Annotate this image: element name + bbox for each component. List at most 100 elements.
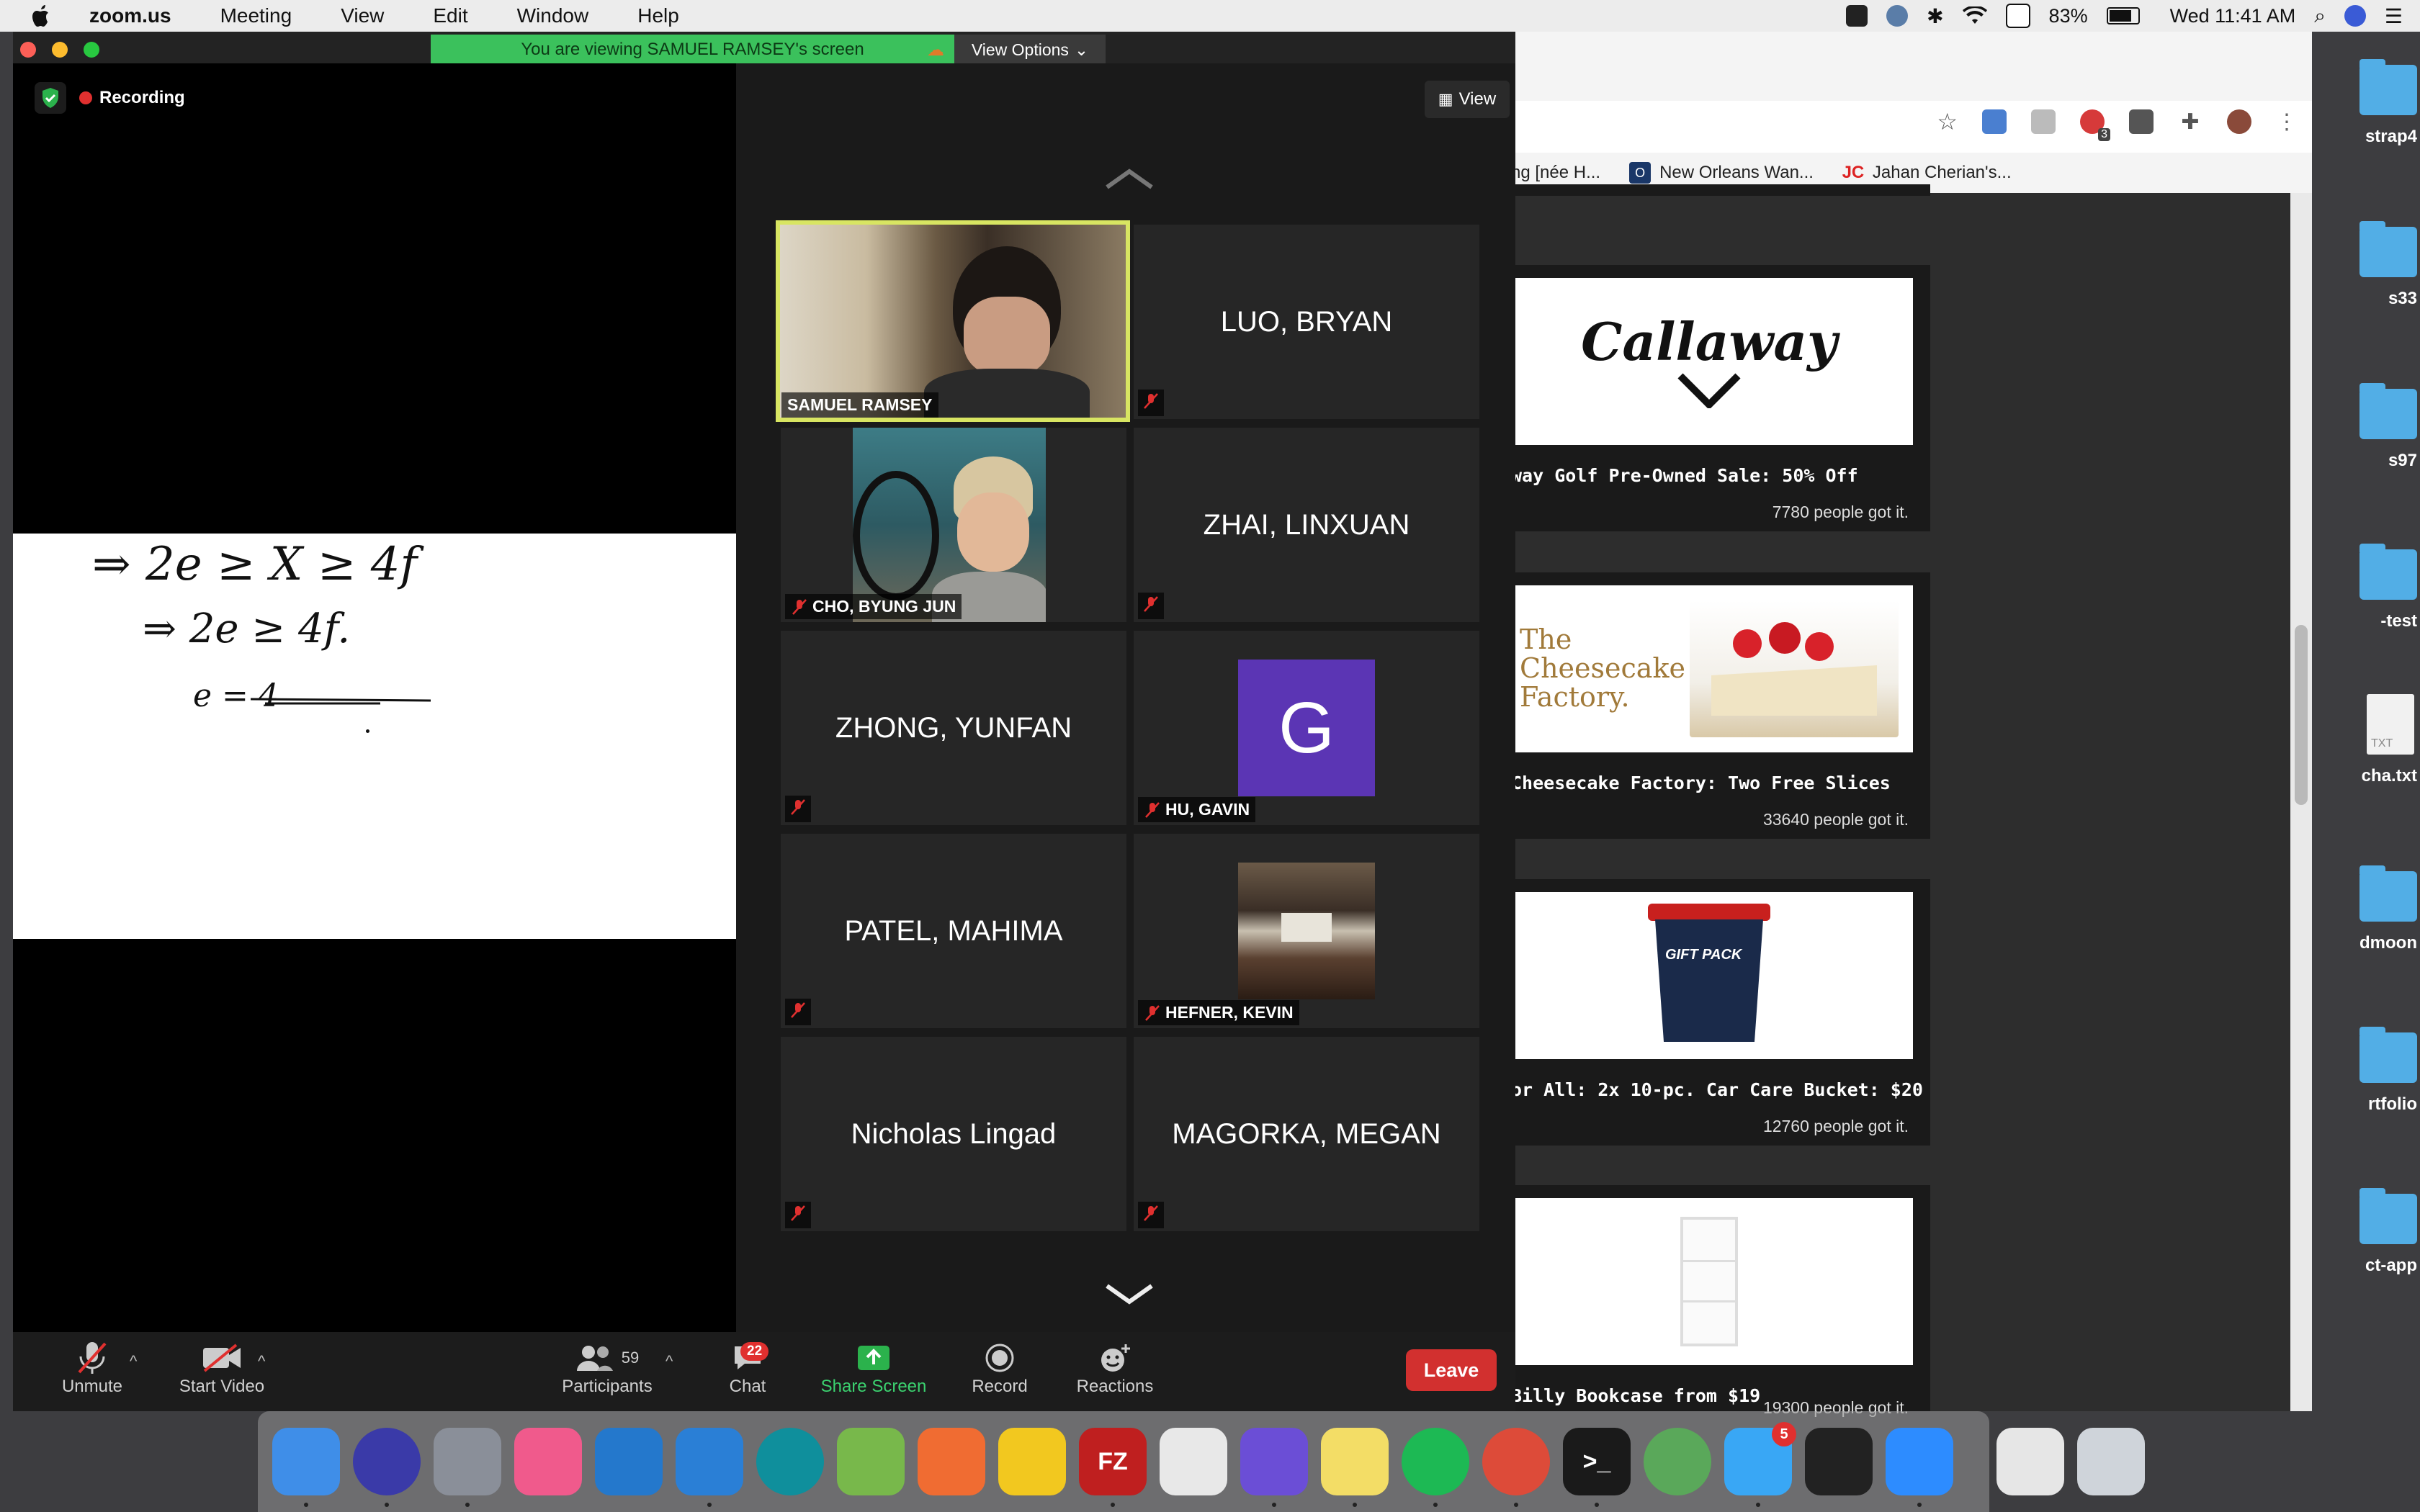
trash-icon[interactable] [2077,1428,2145,1495]
siri-menu-icon[interactable] [2344,5,2366,27]
stickies-icon[interactable] [1321,1428,1389,1507]
textedit-icon[interactable] [1160,1428,1227,1495]
desktop-folder[interactable]: dmoon [2326,865,2420,953]
participant-tile[interactable]: ZHAI, LINXUAN [1134,428,1479,622]
deal-image: The Cheesecake Factory. [1505,585,1913,752]
arduino-icon[interactable] [756,1428,824,1495]
view-button[interactable]: ▦ View [1425,81,1510,118]
wifi-icon[interactable] [1962,6,1987,25]
puzzle-icon[interactable]: ✚ [2178,109,2202,134]
participant-name: PATEL, MAHIMA [844,914,1063,947]
cast-extension-icon[interactable] [2031,109,2056,134]
bookmark-item[interactable]: O New Orleans Wan... [1629,162,1814,184]
xcode-icon[interactable] [676,1428,743,1507]
deal-title[interactable]: or All: 2x 10-pc. Car Care Bucket: $20 [1511,1079,1923,1100]
participants-options-caret-icon[interactable]: ^ [666,1352,673,1371]
terminal-icon[interactable]: >_ [1563,1428,1631,1507]
menu-app-name[interactable]: zoom.us [75,0,186,32]
deal-card[interactable]: GIFT PACK or All: 2x 10-pc. Car Care Buc… [1505,879,1930,1146]
spotify-icon[interactable] [1402,1428,1469,1507]
zoom-status-icon[interactable] [1846,5,1868,27]
video-options-caret-icon[interactable]: ^ [258,1352,265,1371]
spotlight-icon[interactable]: ⌕ [2314,4,2326,28]
bookmark-item[interactable]: JC Jahan Cherian's... [1842,162,2012,184]
more-menu-icon[interactable]: ⋮ [2276,109,2298,135]
bluetooth-icon[interactable]: ✱ [1927,4,1943,28]
itunes-icon[interactable] [514,1428,582,1495]
participants-button[interactable]: 59 Participants [546,1339,668,1397]
messages-icon[interactable]: 5 [1724,1422,1796,1507]
fullscreen-window-icon[interactable] [84,42,99,58]
docs-extension-icon[interactable] [1982,109,2007,134]
audio-options-caret-icon[interactable]: ^ [130,1352,137,1371]
desktop-folder[interactable]: strap4 [2326,59,2420,147]
view-options-button[interactable]: View Options ⌄ [954,35,1106,65]
postman-icon[interactable] [918,1428,985,1495]
zoom-icon[interactable] [1886,1428,1953,1507]
filezilla-icon[interactable]: FZ [1079,1428,1147,1507]
scroll-up-chevron-icon[interactable] [1104,168,1155,190]
share-screen-button[interactable]: Share Screen [812,1339,935,1397]
document-icon[interactable] [1996,1428,2064,1495]
menu-meeting[interactable]: Meeting [206,0,307,32]
siri-icon[interactable] [353,1428,421,1507]
imovie-icon[interactable] [1240,1428,1308,1507]
shield-icon[interactable] [35,82,66,114]
participant-tile[interactable]: ZHONG, YUNFAN [781,631,1126,825]
participant-tile[interactable]: G HU, GAVIN [1134,631,1479,825]
participant-tile[interactable]: PATEL, MAHIMA [781,834,1126,1028]
deal-title[interactable]: Cheesecake Factory: Two Free Slices [1511,773,1891,793]
apple-icon[interactable] [29,3,55,29]
chrome-icon[interactable] [1482,1428,1550,1507]
deal-title[interactable]: Billy Bookcase from $19 [1511,1385,1760,1406]
participant-tile[interactable]: HEFNER, KEVIN [1134,834,1479,1028]
desktop-file[interactable]: TXT cha.txt [2326,694,2420,786]
cyberduck-icon[interactable] [998,1428,1066,1495]
reactions-button[interactable]: Reactions [1065,1339,1165,1397]
desktop-folder[interactable]: -test [2326,544,2420,631]
deal-card[interactable]: Callaway way Golf Pre-Owned Sale: 50% Of… [1505,265,1930,531]
menu-help[interactable]: Help [623,0,694,32]
vscode-icon[interactable] [595,1428,663,1495]
participant-tile[interactable]: LUO, BRYAN [1134,225,1479,419]
unmute-button[interactable]: Unmute [42,1339,143,1397]
text-file-icon: TXT [2367,694,2414,755]
android-studio-icon[interactable] [837,1428,905,1495]
desktop-folder[interactable]: s33 [2326,221,2420,309]
menu-edit[interactable]: Edit [418,0,482,32]
scrollbar-thumb[interactable] [2295,625,2308,805]
airplay-icon[interactable] [2005,4,2030,28]
notification-center-icon[interactable]: ☰ [2385,4,2403,28]
piano-icon[interactable] [1805,1428,1873,1495]
menu-window[interactable]: Window [503,0,604,32]
deal-card[interactable]: Billy Bookcase from $19 19300 people got… [1505,1185,1930,1417]
recording-indicator[interactable]: Recording [79,84,185,112]
clock[interactable]: Wed 11:41 AM [2170,5,2296,27]
battery-icon[interactable] [2106,7,2140,24]
deal-title[interactable]: way Golf Pre-Owned Sale: 50% Off [1511,465,1858,486]
participant-tile[interactable]: SAMUEL RAMSEY [776,220,1130,422]
leave-button[interactable]: Leave [1406,1349,1497,1391]
minimize-window-icon[interactable] [52,42,68,58]
participant-tile[interactable]: Nicholas Lingad [781,1037,1126,1231]
bookmark-item[interactable]: ng [née H... [1511,163,1600,183]
desktop-folder[interactable]: rtfolio [2326,1027,2420,1115]
scroll-down-chevron-icon[interactable] [1104,1283,1155,1305]
launchpad-icon[interactable] [434,1428,501,1507]
desktop-folder[interactable]: ct-app [2326,1188,2420,1276]
bookmark-star-icon[interactable]: ☆ [1937,108,1958,135]
profile-avatar[interactable] [2227,109,2251,134]
desktop-folder[interactable]: s97 [2326,383,2420,471]
close-window-icon[interactable] [20,42,36,58]
record-button[interactable]: Record [956,1339,1043,1397]
scrollbar[interactable] [2290,193,2312,1411]
finder-icon[interactable] [272,1428,340,1507]
participant-tile[interactable]: MAGORKA, MEGAN [1134,1037,1479,1231]
menu-view[interactable]: View [326,0,398,32]
participant-tile[interactable]: CHO, BYUNG JUN [781,428,1126,622]
extension-icon[interactable] [2129,109,2154,134]
deal-card[interactable]: The Cheesecake Factory. Cheesecake Facto… [1505,572,1930,839]
network-icon[interactable] [1644,1428,1711,1495]
adblock-extension-icon[interactable]: 3 [2080,109,2110,141]
vpn-icon[interactable] [1886,5,1909,27]
